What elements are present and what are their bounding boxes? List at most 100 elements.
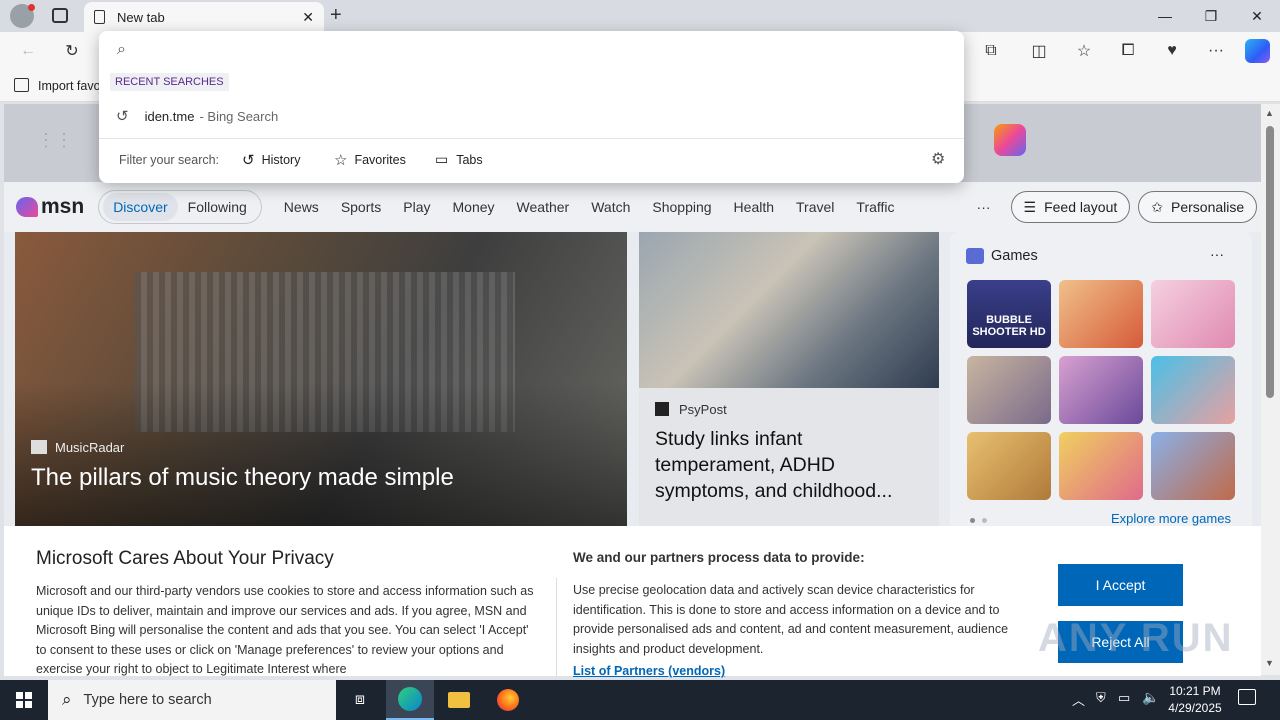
firefox-icon[interactable] [484,680,532,720]
apps-grid-icon[interactable]: ⋮⋮ [37,130,73,151]
edge-logo [398,687,422,711]
tab-following[interactable]: Following [178,193,257,221]
game-tile-9[interactable] [1151,432,1235,500]
game-tile-bubble-shooter[interactable]: BUBBLE SHOOTER HD [967,280,1051,348]
feed-layout-button[interactable]: ☰ Feed layout [1010,191,1131,223]
notifications-icon[interactable] [1238,689,1256,705]
recent-searches-label: RECENT SEARCHES [110,73,229,91]
split-screen-icon[interactable]: ◫ [1026,38,1052,64]
nav-more-icon[interactable]: ··· [977,199,991,215]
card-source: PsyPost [679,402,727,417]
filter-favorites-button[interactable]: ☆ Favorites [334,151,406,169]
back-button[interactable]: ← [15,38,41,64]
partners-list-link[interactable]: List of Partners (vendors) [573,664,725,678]
taskbar-search-box[interactable]: ⌕ Type here to search [48,680,336,720]
nav-news[interactable]: News [284,199,319,215]
game-tile-3[interactable] [1151,280,1235,348]
nav-play[interactable]: Play [403,199,430,215]
show-hidden-icons[interactable]: ︿ [1072,690,1085,709]
nav-sports[interactable]: Sports [341,199,381,215]
clock-date: 4/29/2025 [1168,701,1222,715]
clock-time: 10:21 PM [1169,684,1221,698]
refresh-button[interactable]: ↻ [59,38,85,64]
restore-button[interactable]: ❐ [1188,0,1234,32]
consent-title: Microsoft Cares About Your Privacy [36,548,334,569]
scroll-down-icon[interactable]: ▼ [1265,658,1274,668]
card-headline[interactable]: The pillars of music theory made simple [31,464,454,492]
collections-icon[interactable]: ⧠ [1115,38,1141,64]
folder-shape [448,692,470,708]
nav-health[interactable]: Health [734,199,774,215]
taskbar-search-placeholder: Type here to search [83,692,212,708]
accept-button[interactable]: I Accept [1058,564,1183,606]
filter-tabs-button[interactable]: ▭ Tabs [435,151,483,168]
games-card: Games ··· BUBBLE SHOOTER HD Explore more… [950,232,1252,532]
secondary-story-card[interactable]: PsyPost Study links infant temperament, … [639,232,939,532]
msn-logo[interactable]: msn [16,195,84,219]
new-tab-button[interactable]: + [330,4,342,27]
star-icon: ☆ [334,152,348,169]
security-icon[interactable]: ⛨ [1096,690,1106,706]
scroll-up-icon[interactable]: ▲ [1265,108,1274,118]
nav-traffic[interactable]: Traffic [856,199,894,215]
filter-tabs-label: Tabs [456,152,483,167]
filter-history-button[interactable]: ↺ History [242,151,300,169]
game-tile-5[interactable] [1059,356,1143,424]
network-icon[interactable]: ▭ [1118,690,1130,706]
tab-actions-icon[interactable] [52,8,68,23]
nav-money[interactable]: Money [453,199,495,215]
filter-history-label: History [261,153,301,167]
anyrun-watermark: ANY RUN [1038,616,1234,660]
system-clock[interactable]: 10:21 PM 4/29/2025 [1164,683,1226,717]
feed-layout-label: Feed layout [1044,199,1118,215]
game-tile-4[interactable] [967,356,1051,424]
close-window-button[interactable]: ✕ [1234,0,1280,32]
game-tile-2[interactable] [1059,280,1143,348]
carousel-dot-2[interactable] [982,518,987,523]
close-tab-icon[interactable]: ✕ [302,9,314,26]
performance-icon[interactable]: ♥ [1159,38,1185,64]
windows-logo-icon [16,692,32,708]
file-explorer-icon[interactable] [435,680,483,720]
page-scrollbar[interactable]: ▲ ▼ [1261,104,1280,675]
tab-discover[interactable]: Discover [103,193,178,221]
volume-icon[interactable]: 🔈 [1142,689,1159,706]
edge-taskbar-icon[interactable] [386,680,434,720]
explore-more-games-link[interactable]: Explore more games [1111,511,1231,526]
tab-new-tab[interactable]: New tab ✕ [84,2,324,32]
carousel-dot-1[interactable] [970,518,975,523]
nav-shopping[interactable]: Shopping [652,199,711,215]
filter-favorites-label: Favorites [354,153,406,167]
musicradar-logo-icon [31,440,47,454]
start-button[interactable] [0,680,48,720]
favorites-icon[interactable]: ☆ [1071,38,1097,64]
main-story-card[interactable]: MusicRadar The pillars of music theory m… [15,232,627,532]
history-clock-icon: ↺ [116,108,129,125]
games-more-icon[interactable]: ··· [1210,246,1224,262]
sliders-icon: ☰ [1023,198,1037,215]
history-icon: ↺ [242,152,255,169]
nav-travel[interactable]: Travel [796,199,834,215]
minimize-button[interactable]: — [1142,0,1188,32]
task-view-icon[interactable]: ⧈ [336,680,384,720]
privacy-consent-banner: Microsoft Cares About Your Privacy Micro… [4,526,1261,678]
copilot-logo-icon[interactable] [994,124,1026,156]
import-favorites-link[interactable]: Import favo [38,79,101,93]
address-input[interactable] [139,39,939,63]
consent-divider [556,578,557,676]
games-title: Games [991,248,1038,264]
nav-weather[interactable]: Weather [517,199,570,215]
recent-source: - Bing Search [199,108,279,124]
personalise-button[interactable]: ✩ Personalise [1138,191,1258,223]
game-tile-6[interactable] [1151,356,1235,424]
copilot-icon[interactable] [1245,39,1270,63]
game-tile-8[interactable] [1059,432,1143,500]
game-tile-7[interactable] [967,432,1051,500]
extensions-icon[interactable]: ⧉ [978,38,1004,64]
settings-gear-icon[interactable]: ⚙ [931,149,945,169]
more-menu-icon[interactable]: ··· [1203,38,1229,64]
recent-search-item[interactable]: ↺ iden.tme - Bing Search [99,101,964,131]
nav-watch[interactable]: Watch [591,199,630,215]
card-headline[interactable]: Study links infant temperament, ADHD sym… [655,426,925,504]
scroll-thumb[interactable] [1266,126,1274,398]
